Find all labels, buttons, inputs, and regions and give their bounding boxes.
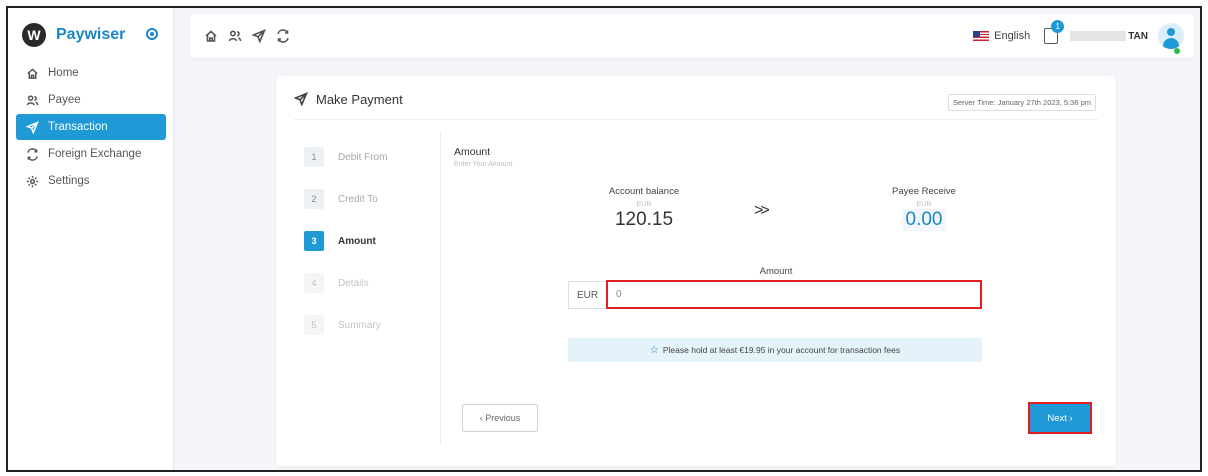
previous-button[interactable]: ‹ Previous — [462, 404, 538, 432]
home-icon[interactable] — [204, 29, 218, 43]
fee-notice-text: Please hold at least €19.95 in your acco… — [662, 345, 901, 355]
language-selector[interactable]: English — [994, 30, 1030, 42]
sidebar-item-payee[interactable]: Payee — [16, 87, 166, 113]
username-redacted — [1070, 31, 1127, 41]
avatar[interactable] — [1158, 23, 1184, 49]
fee-notice: ☆ Please hold at least €19.95 in your ac… — [568, 338, 982, 362]
top-bar: English 1 TAN — [190, 14, 1194, 58]
step-number: 4 — [304, 273, 324, 293]
step-number: 3 — [304, 231, 324, 251]
sidebar-toggle-icon[interactable] — [146, 28, 158, 40]
amount-input[interactable] — [606, 280, 982, 309]
payee-receive-currency: EUR — [916, 201, 932, 208]
account-balance-label: Account balance — [608, 186, 680, 197]
star-icon: ☆ — [649, 344, 659, 356]
step-label: Credit To — [338, 193, 378, 205]
sidebar-item-foreign-exchange[interactable]: Foreign Exchange — [16, 141, 166, 167]
amount-field-label: Amount — [759, 266, 793, 277]
server-time: Server Time: January 27th 2023, 5:36 pm — [948, 94, 1096, 111]
step-label: Details — [338, 277, 369, 289]
step-label: Summary — [338, 319, 381, 331]
stepper: 1 Debit From 2 Credit To 3 Amount 4 Deta… — [304, 136, 434, 346]
card-header: Make Payment Server Time: January 27th 2… — [293, 76, 1098, 120]
sidebar-item-label: Settings — [48, 175, 90, 187]
paywiser-logo-icon: W — [22, 23, 46, 47]
sidebar-item-label: Payee — [48, 94, 81, 106]
uk-flag-icon — [973, 31, 990, 41]
currency-prefix: EUR — [568, 281, 606, 309]
next-button[interactable]: Next › — [1028, 402, 1092, 434]
step-number: 2 — [304, 189, 324, 209]
account-balance-value: 120.15 — [614, 209, 674, 230]
exchange-icon[interactable] — [276, 29, 290, 43]
divider — [440, 132, 441, 444]
section-title: Amount — [454, 146, 491, 158]
make-payment-card: Make Payment Server Time: January 27th 2… — [276, 76, 1116, 466]
exchange-icon — [27, 147, 38, 161]
sidebar-item-home[interactable]: Home — [16, 60, 166, 86]
account-balance-currency: EUR — [636, 201, 652, 208]
users-icon[interactable] — [228, 29, 242, 43]
app-window: W Paywiser Home Payee Transaction Foreig… — [6, 6, 1202, 472]
sidebar-item-label: Transaction — [48, 121, 108, 133]
step-number: 5 — [304, 315, 324, 335]
home-icon — [27, 67, 38, 79]
sidebar-item-settings[interactable]: Settings — [16, 168, 166, 194]
step-label: Debit From — [338, 151, 388, 163]
online-status-dot — [1174, 48, 1180, 54]
send-icon — [26, 120, 39, 134]
payee-receive-label: Payee Receive — [892, 186, 956, 197]
sidebar-item-label: Home — [48, 67, 79, 79]
step-details: 4 Details — [304, 262, 434, 304]
notification-badge: 1 — [1051, 20, 1065, 33]
section-subtitle: Enter Your Amount — [454, 161, 513, 168]
page-title: Make Payment — [316, 92, 403, 107]
payee-receive: Payee Receive EUR 0.00 — [854, 186, 994, 231]
quick-nav — [204, 29, 300, 44]
users-icon — [26, 94, 39, 105]
brand[interactable]: W Paywiser — [22, 22, 125, 48]
send-icon[interactable] — [251, 29, 267, 44]
double-chevron-right-icon: >> — [754, 202, 770, 219]
step-number: 1 — [304, 147, 324, 167]
step-credit-to[interactable]: 2 Credit To — [304, 178, 434, 220]
step-debit-from[interactable]: 1 Debit From — [304, 136, 434, 178]
step-label: Amount — [338, 235, 376, 247]
sidebar-nav: Home Payee Transaction Foreign Exchange … — [16, 60, 166, 195]
sidebar-item-transaction[interactable]: Transaction — [16, 114, 166, 140]
sidebar: W Paywiser Home Payee Transaction Foreig… — [8, 8, 174, 470]
step-summary: 5 Summary — [304, 304, 434, 346]
gear-icon — [26, 175, 39, 187]
brand-name: Paywiser — [56, 26, 126, 43]
sidebar-item-label: Foreign Exchange — [48, 148, 142, 160]
user-area: English 1 TAN — [973, 20, 1184, 54]
username[interactable]: TAN — [1128, 31, 1148, 42]
notification-icon[interactable]: 1 — [1044, 20, 1065, 44]
payee-receive-value: 0.00 — [901, 209, 947, 231]
account-balance: Account balance EUR 120.15 — [574, 186, 714, 231]
send-icon — [293, 92, 309, 107]
step-amount[interactable]: 3 Amount — [304, 220, 434, 262]
